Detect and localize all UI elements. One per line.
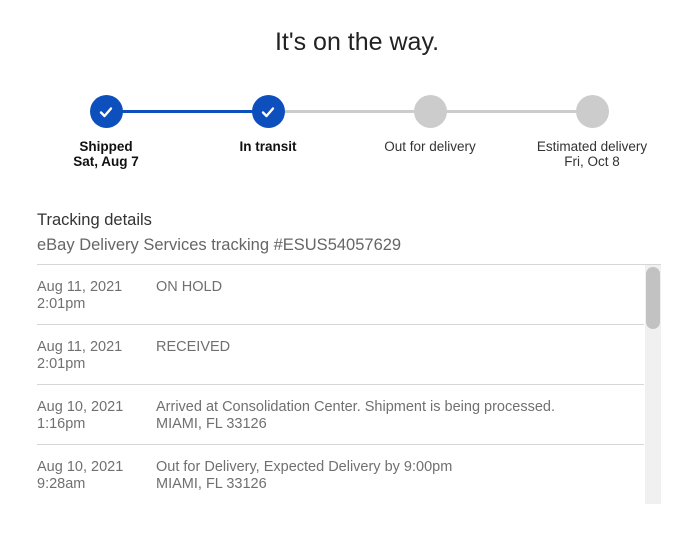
event-description: Out for Delivery, Expected Delivery by 9… [156,459,453,475]
step-estimated-delivery: Estimated delivery Fri, Oct 8 [522,95,662,169]
event-time: 2:01pm [37,356,86,372]
tracking-event-row: Aug 10, 2021 9:28am Out for Delivery, Ex… [37,445,644,504]
shipment-progress-tracker: Shipped Sat, Aug 7 In transit Out for de… [0,95,696,175]
event-location: MIAMI, FL 33126 [156,416,267,432]
pending-step-circle [575,95,609,128]
check-icon [251,95,285,128]
event-time: 9:28am [37,476,86,492]
tracking-event-row: Aug 11, 2021 2:01pm ON HOLD [37,265,644,325]
tracking-events-panel[interactable]: Aug 11, 2021 2:01pm ON HOLD Aug 11, 2021… [37,264,661,504]
event-location: MIAMI, FL 33126 [156,476,267,492]
step-date: Fri, Oct 8 [564,154,620,169]
step-label: In transit [239,139,297,154]
event-date: Aug 10, 2021 [37,399,124,415]
tracking-details-heading: Tracking details [37,211,152,229]
pending-step-circle [413,95,447,128]
step-shipped: Shipped Sat, Aug 7 [36,95,176,169]
step-date: Sat, Aug 7 [73,154,139,169]
events-scrollbar[interactable] [645,265,661,504]
step-out-for-delivery: Out for delivery [360,95,500,154]
step-label: Out for delivery [384,139,476,154]
event-date: Aug 11, 2021 [37,279,123,295]
scrollbar-thumb[interactable] [646,267,660,329]
event-date: Aug 10, 2021 [37,459,124,475]
event-description: RECEIVED [156,339,231,355]
step-in-transit: In transit [198,95,338,154]
event-date: Aug 11, 2021 [37,339,123,355]
page-title: It's on the way. [274,28,440,56]
event-time: 2:01pm [37,296,86,312]
check-icon [89,95,123,128]
event-time: 1:16pm [37,416,86,432]
event-description: Arrived at Consolidation Center. Shipmen… [156,399,555,415]
step-label: Estimated delivery [536,139,648,154]
tracking-event-row: Aug 10, 2021 1:16pm Arrived at Consolida… [37,385,644,445]
tracking-number: eBay Delivery Services tracking #ESUS540… [37,236,402,254]
tracking-events-list: Aug 11, 2021 2:01pm ON HOLD Aug 11, 2021… [37,265,644,504]
tracking-event-row: Aug 11, 2021 2:01pm RECEIVED [37,325,644,385]
event-description: ON HOLD [156,279,223,295]
step-label: Shipped [79,139,133,154]
